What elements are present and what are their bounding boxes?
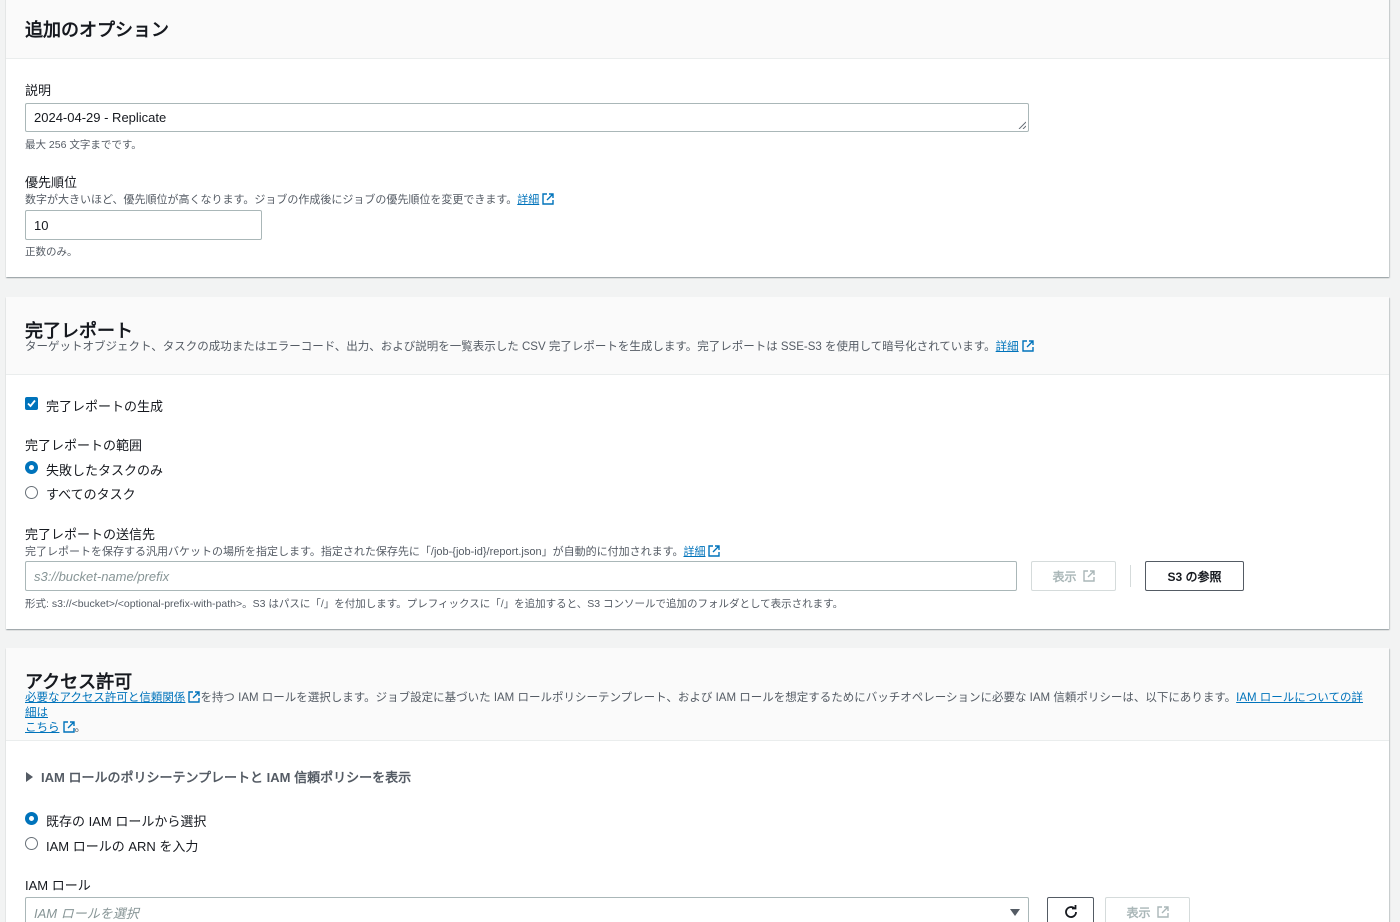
report-destination-label: 完了レポートの送信先 — [25, 527, 156, 542]
existing-role-radio[interactable] — [25, 812, 38, 825]
section-description: ターゲットオブジェクト、タスクの成功またはエラーコード、出力、および説明を一覧表… — [25, 340, 1034, 355]
panel-header: アクセス許可 必要なアクセス許可と信頼関係 を持つ IAM ロールを選択します。ジ… — [6, 648, 1389, 741]
priority-details-link[interactable]: 詳細 — [517, 194, 539, 206]
description-hint: 最大 256 文字までです。 — [25, 139, 142, 151]
priority-value: 10 — [34, 217, 49, 233]
external-link-icon — [1082, 570, 1095, 582]
refresh-button[interactable] — [1047, 897, 1094, 922]
generate-report-label[interactable]: 完了レポートの生成 — [46, 396, 163, 415]
browse-s3-button[interactable]: S3 の参照 — [1145, 561, 1244, 591]
description-label: 説明 — [25, 83, 52, 98]
caret-right-icon — [26, 771, 33, 782]
external-link-icon — [1156, 906, 1169, 918]
scope-all-label[interactable]: すべてのタスク — [46, 484, 136, 503]
description-value: 2024-04-29 - Replicate — [34, 110, 167, 125]
access-permissions-panel: アクセス許可 必要なアクセス許可と信頼関係 を持つ IAM ロールを選択します。ジ… — [6, 648, 1389, 922]
enter-arn-radio[interactable] — [25, 837, 38, 850]
iam-role-label: IAM ロール — [25, 878, 91, 893]
priority-hint: 正数のみ。 — [25, 246, 78, 258]
checkmark-icon — [27, 399, 36, 408]
report-scope-label: 完了レポートの範囲 — [25, 438, 143, 453]
priority-label: 優先順位 — [25, 175, 78, 190]
report-destination-description: 完了レポートを保存する汎用バケットの場所を指定します。指定された保存先に「/jo… — [25, 543, 721, 559]
existing-role-label[interactable]: 既存の IAM ロールから選択 — [46, 811, 206, 830]
page-title: 追加のオプション — [25, 20, 169, 40]
description-field[interactable]: 2024-04-29 - Replicate — [25, 103, 1029, 132]
external-link-icon — [542, 193, 554, 205]
external-link-icon — [1021, 340, 1034, 352]
panel-header: 追加のオプション — [6, 0, 1389, 59]
external-link-icon — [188, 691, 201, 703]
external-link-icon — [62, 721, 75, 733]
policy-template-expander[interactable]: IAM ロールのポリシーテンプレートと IAM 信頼ポリシーを表示 — [25, 767, 411, 786]
button-divider — [1130, 565, 1131, 587]
additional-options-panel: 追加のオプション 説明 2024-04-29 - Replicate 最大 25… — [6, 0, 1389, 277]
required-permissions-link[interactable]: 必要なアクセス許可と信頼関係 — [25, 692, 185, 704]
external-link-icon — [708, 545, 721, 557]
generate-report-checkbox[interactable] — [25, 397, 38, 410]
priority-description: 数字が大きいほど、優先順位が高くなります。ジョブの作成後にジョブの優先順位を変更… — [25, 191, 554, 207]
iam-role-select[interactable]: IAM ロールを選択 — [25, 897, 1029, 922]
iam-role-placeholder: IAM ロールを選択 — [34, 905, 139, 921]
destination-placeholder: s3://bucket-name/prefix — [34, 568, 170, 584]
format-hint: 形式: s3://<bucket>/<optional-prefix-with-… — [25, 598, 844, 610]
refresh-icon — [1064, 905, 1077, 918]
resize-grip-icon[interactable] — [1018, 121, 1026, 129]
enter-arn-label[interactable]: IAM ロールの ARN を入力 — [46, 836, 198, 855]
destination-details-link[interactable]: 詳細 — [683, 546, 705, 558]
section-description: 必要なアクセス許可と信頼関係 を持つ IAM ロールを選択します。ジョブ設定に基づ… — [25, 691, 1363, 734]
priority-field[interactable]: 10 — [25, 210, 262, 240]
scope-failed-label[interactable]: 失敗したタスクのみ — [46, 460, 163, 479]
report-details-link[interactable]: 詳細 — [996, 341, 1019, 353]
view-destination-button[interactable]: 表示 — [1031, 561, 1116, 591]
scope-all-radio[interactable] — [25, 486, 38, 499]
completion-report-panel: 完了レポート ターゲットオブジェクト、タスクの成功またはエラーコード、出力、およ… — [6, 297, 1389, 629]
iam-role-details-link-here[interactable]: こちら — [25, 722, 60, 734]
view-role-button[interactable]: 表示 — [1105, 897, 1190, 922]
scope-failed-radio[interactable] — [25, 461, 38, 474]
panel-header: 完了レポート ターゲットオブジェクト、タスクの成功またはエラーコード、出力、およ… — [6, 297, 1389, 375]
report-destination-input[interactable]: s3://bucket-name/prefix — [25, 561, 1017, 591]
caret-down-icon — [1010, 908, 1020, 916]
